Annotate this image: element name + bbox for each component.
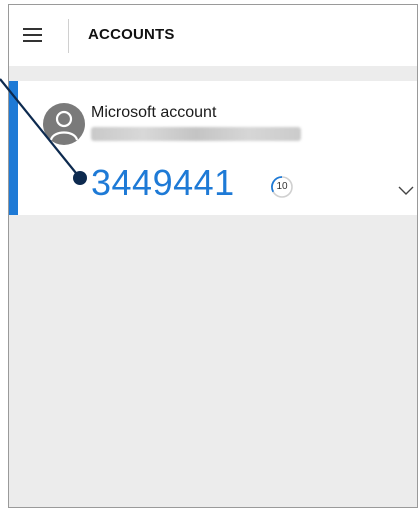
chevron-down-icon[interactable] [397,183,415,195]
account-email-redacted [91,127,301,141]
page-title: ACCOUNTS [88,26,175,43]
hamburger-menu-icon[interactable] [23,25,45,45]
header-divider [68,19,69,53]
app-window: ACCOUNTS Microsoft account 3449441 10 [8,4,418,508]
app-header: ACCOUNTS [9,5,417,66]
account-name: Microsoft account [91,104,217,121]
selected-accent-bar [9,81,18,215]
verification-code: 3449441 [91,162,235,203]
account-card[interactable]: Microsoft account 3449441 10 [9,81,417,215]
countdown-timer-icon: 10 [269,174,295,200]
countdown-seconds: 10 [276,181,288,192]
person-avatar-icon [43,103,85,145]
